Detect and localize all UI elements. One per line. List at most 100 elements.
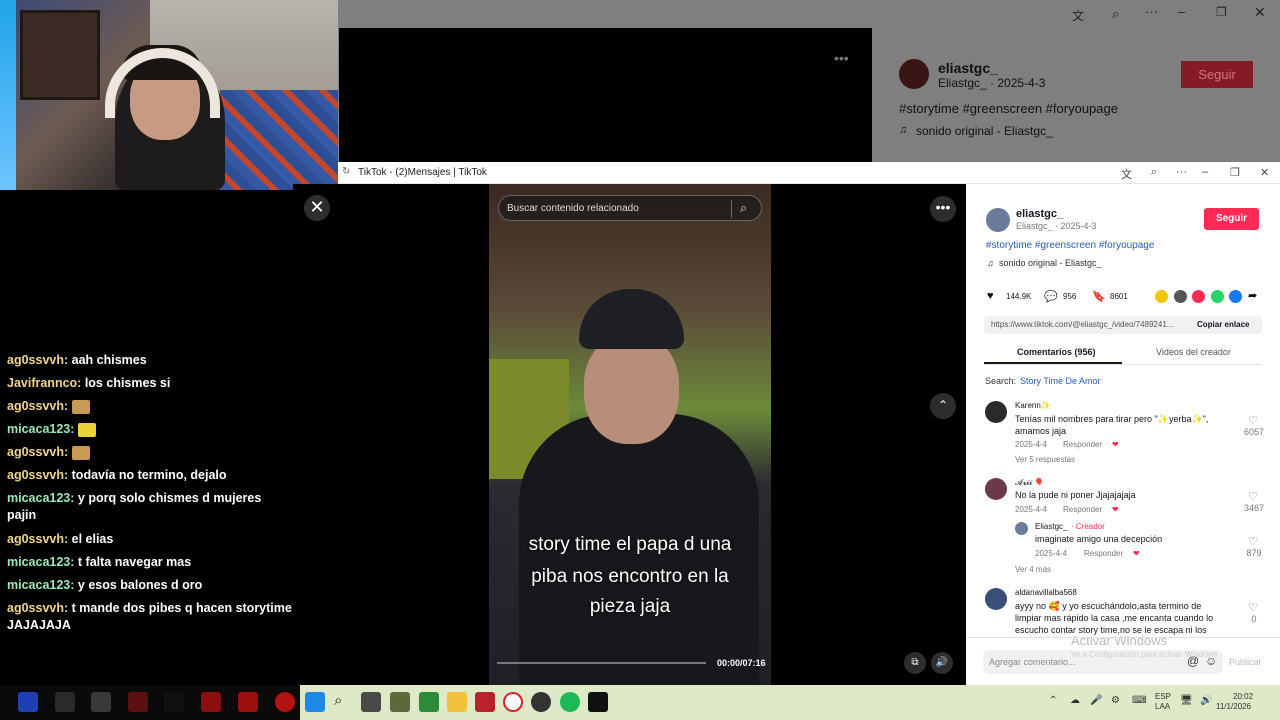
tab-creator-videos[interactable]: Videos del creador <box>1156 347 1231 357</box>
volume-icon[interactable]: 🔊 <box>931 652 953 674</box>
search-icon[interactable]: ⌕ <box>740 200 747 216</box>
search-icon[interactable]: ⌕ <box>334 692 354 712</box>
publish-button[interactable]: Publicar <box>1229 657 1262 667</box>
comment-author[interactable]: 𝓐𝓻𝓲𝓲 🎈 <box>1015 478 1044 488</box>
keyboard-icon[interactable]: ⌨ <box>1132 695 1146 706</box>
hashtags[interactable]: #storytime #greenscreen #foryoupage <box>986 240 1154 251</box>
comment-author[interactable]: Karenn✨ <box>1015 401 1051 410</box>
comment-author[interactable]: aldanavillalba568 <box>1015 588 1077 597</box>
video-frame[interactable]: story time el papa d una piba nos encont… <box>489 184 771 685</box>
search-suggestion[interactable]: Story Time De Amor <box>1020 376 1101 386</box>
search-icon[interactable]: ⌕ <box>1151 166 1157 179</box>
tab-comments[interactable]: Comentarios (956) <box>1017 347 1096 357</box>
comment-author[interactable]: Eliastgc_ <box>1035 522 1067 531</box>
username[interactable]: eliastgc_ <box>1016 208 1063 220</box>
heart-icon[interactable]: ♡ <box>1248 535 1258 548</box>
chat-username[interactable]: ag0ssvvh: <box>7 445 68 459</box>
chat-username[interactable]: ag0ssvvh: <box>7 532 68 546</box>
refresh-icon[interactable]: ↻ <box>342 166 350 177</box>
heart-icon[interactable]: ♡ <box>1248 490 1258 503</box>
like-icon[interactable]: ♥ <box>987 290 994 302</box>
lang-sub-label[interactable]: LAA <box>1155 702 1170 711</box>
avatar[interactable] <box>985 478 1007 500</box>
spotify-icon[interactable] <box>560 692 580 712</box>
app-icon[interactable] <box>275 692 295 712</box>
chat-username[interactable]: ag0ssvvh: <box>7 399 68 413</box>
related-search-input[interactable]: Buscar contenido relacionado ⌕ <box>498 195 762 221</box>
avatar[interactable] <box>986 208 1010 232</box>
app-icon[interactable] <box>91 692 111 712</box>
coin-icon[interactable] <box>1155 290 1168 303</box>
pip-icon[interactable]: ⧉ <box>904 652 926 674</box>
sound-name[interactable]: sonido original - Eliastgc_ <box>999 258 1102 268</box>
app-icon[interactable] <box>201 692 221 712</box>
obs-icon[interactable] <box>531 692 551 712</box>
tiktok-icon[interactable] <box>588 692 608 712</box>
network-icon[interactable]: 🖥 <box>1180 695 1193 706</box>
reply-button[interactable]: Responder <box>1084 549 1123 558</box>
app-tray-icon[interactable]: ⚙ <box>1111 695 1120 706</box>
app-icon[interactable] <box>164 692 184 712</box>
restore-icon[interactable]: ❐ <box>1230 166 1240 179</box>
more-options-button[interactable]: ••• <box>930 196 956 222</box>
heart-icon[interactable]: ♡ <box>1248 601 1258 614</box>
whatsapp-icon[interactable] <box>1211 290 1224 303</box>
minimize-icon[interactable]: – <box>1202 166 1208 178</box>
app-icon[interactable] <box>475 692 495 712</box>
chat-username[interactable]: ag0ssvvh: <box>7 353 68 367</box>
heart-icon[interactable]: ♡ <box>1248 414 1258 427</box>
chat-text: y esos balones d oro <box>77 578 203 592</box>
close-icon[interactable]: ✕ <box>1260 166 1269 179</box>
volume-icon[interactable]: 🔊 <box>1200 695 1212 706</box>
avatar[interactable] <box>985 401 1007 423</box>
reply-button[interactable]: Responder <box>1063 505 1102 514</box>
follow-button[interactable]: Seguir <box>1204 208 1259 230</box>
chat-username[interactable]: ag0ssvvh: <box>7 601 68 615</box>
translate-icon[interactable]: 文 <box>1121 166 1132 182</box>
minecraft-icon[interactable] <box>419 692 439 712</box>
chat-message: micaca123: y esos balones d oro <box>7 577 292 594</box>
comment-text: ayyy no 🥰 y yo escuchándolo,asta termino… <box>1015 601 1214 635</box>
view-replies[interactable]: Ver 5 respuestas <box>1015 455 1075 464</box>
previous-video-button[interactable]: ⌃ <box>930 393 956 419</box>
facebook-icon[interactable] <box>1229 290 1242 303</box>
chat-username[interactable]: micaca123: <box>7 422 74 436</box>
mic-icon[interactable]: 🎤 <box>1090 695 1102 706</box>
send-icon[interactable] <box>1192 290 1205 303</box>
clock-time[interactable]: 20:02 <box>1233 692 1253 701</box>
chat-username[interactable]: micaca123: <box>7 578 74 592</box>
app-icon[interactable] <box>128 692 148 712</box>
view-more-replies[interactable]: Ver 4 más <box>1015 565 1051 574</box>
avatar[interactable] <box>985 588 1007 610</box>
close-button[interactable]: ✕ <box>304 195 330 221</box>
app-icon[interactable] <box>390 692 410 712</box>
avatar[interactable] <box>1015 522 1028 535</box>
cloud-icon[interactable]: ☁ <box>1070 695 1080 706</box>
chat-username[interactable]: ag0ssvvh: <box>7 468 68 482</box>
more-icon[interactable]: ··· <box>1176 166 1187 178</box>
video-link[interactable]: https://www.tiktok.com/@eliastgc_/video/… <box>991 320 1173 329</box>
folder-icon[interactable] <box>447 692 467 712</box>
video-caption-line: pieza jaja <box>589 596 671 617</box>
clock-date[interactable]: 11/1/2026 <box>1216 702 1251 711</box>
start-icon[interactable] <box>18 692 38 712</box>
task-view-icon[interactable] <box>361 692 381 712</box>
bookmark-icon[interactable]: 🔖 <box>1092 290 1106 303</box>
chat-username[interactable]: micaca123: <box>7 491 74 505</box>
chat-username[interactable]: Javifrannco: <box>7 376 81 390</box>
chat-username[interactable]: micaca123: <box>7 555 74 569</box>
share-icon[interactable]: ➦ <box>1248 289 1257 302</box>
app-icon[interactable] <box>238 692 258 712</box>
chat-message: ag0ssvvh: el elias <box>7 531 292 548</box>
opera-icon[interactable] <box>503 692 523 712</box>
lang-label[interactable]: ESP <box>1155 692 1171 701</box>
embed-icon[interactable] <box>1174 290 1187 303</box>
bg-username: eliastgc_ <box>938 60 998 76</box>
reply-button[interactable]: Responder <box>1063 440 1102 449</box>
start-icon[interactable] <box>305 692 325 712</box>
search-icon[interactable] <box>55 692 75 712</box>
chevron-up-icon[interactable]: ⌃ <box>1049 695 1057 706</box>
progress-bar[interactable] <box>497 662 706 664</box>
comment-icon[interactable]: 💬 <box>1044 290 1058 303</box>
copy-link-button[interactable]: Copiar enlace <box>1197 320 1249 329</box>
